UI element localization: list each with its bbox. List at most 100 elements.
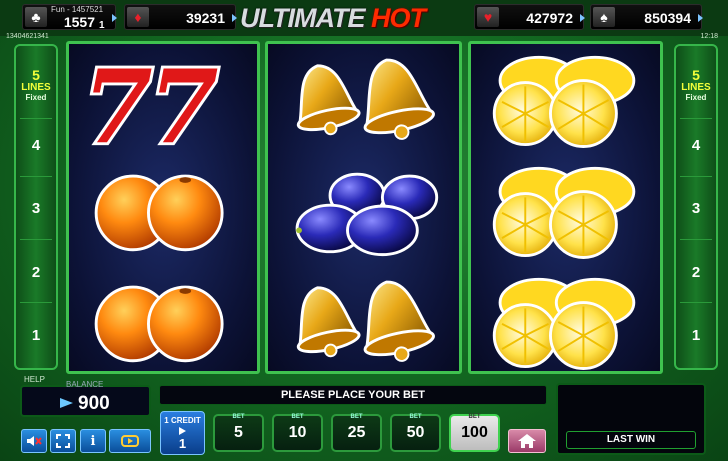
jackpot-arrow-icon	[232, 14, 237, 22]
lines-panel-right: 5 LINES Fixed 4 3 2 1	[674, 44, 718, 370]
bet-caption: BET	[291, 414, 304, 420]
clock: 12:18	[700, 33, 718, 40]
divider	[20, 302, 52, 303]
hearts-icon: ♥	[477, 7, 499, 27]
symbol-plum	[268, 155, 459, 266]
bet-button-5[interactable]: BET 5	[213, 414, 264, 452]
line-number-3: 3	[31, 200, 41, 217]
bet-button-100[interactable]: BET 100	[449, 414, 500, 452]
jackpot-value: 39231	[186, 10, 225, 26]
clubs-icon: ♣	[25, 7, 47, 27]
balance-label: BALANCE	[66, 380, 104, 389]
home-icon	[518, 434, 536, 448]
session-code: 13404621341	[6, 33, 49, 40]
info-button[interactable]: i	[80, 429, 106, 453]
symbol-bell	[268, 44, 459, 155]
line-number-3: 3	[691, 200, 701, 217]
line-number-1: 1	[691, 327, 701, 344]
divider	[20, 118, 52, 119]
lines-word: LINES	[681, 82, 711, 93]
bet-value: 5	[234, 424, 243, 441]
reel-1: 7 7 7 7	[66, 41, 260, 374]
home-button[interactable]	[508, 429, 546, 453]
line-number-1: 1	[31, 327, 41, 344]
divider	[680, 302, 712, 303]
reel-3	[468, 41, 663, 374]
lines-fixed: Fixed	[25, 93, 47, 102]
jackpot-value: 427972	[526, 10, 573, 26]
jackpot-clubs: ♣ Fun - 1457521 1557 1	[22, 4, 117, 31]
symbol-orange	[69, 266, 257, 377]
lines-header: 5 LINES Fixed	[676, 68, 716, 102]
sound-button[interactable]	[21, 429, 47, 453]
game-title: ULTIMATE HOT	[240, 3, 476, 33]
bet-caption: BET	[468, 414, 481, 420]
balance-box: BALANCE 900	[20, 380, 151, 417]
info-icon: i	[90, 433, 96, 449]
jackpot-value: 850394	[644, 10, 691, 26]
lines-fixed: Fixed	[685, 93, 707, 102]
line-number-4: 4	[31, 137, 41, 154]
diamonds-icon: ♦	[127, 7, 149, 27]
symbol-lemon	[471, 155, 660, 266]
symbol-lemon	[471, 44, 660, 155]
bet-caption: BET	[232, 414, 245, 420]
bet-button-50[interactable]: BET 50	[390, 414, 441, 452]
credit-value: 1	[178, 436, 187, 451]
credit-label: 1 CREDIT	[164, 416, 201, 425]
last-win-label: LAST WIN	[566, 431, 696, 449]
sound-icon	[27, 436, 42, 446]
jackpot-bar: ♣ Fun - 1457521 1557 1 ♦ 39231 ULTIMATE …	[0, 0, 728, 36]
jackpot-arrow-icon	[580, 14, 585, 22]
spades-icon: ♠	[593, 7, 615, 27]
lines-count: 5	[32, 67, 40, 83]
jackpot-spades: ♠ 850394	[590, 4, 703, 30]
lines-panel-left: 5 LINES Fixed 4 3 2 1	[14, 44, 58, 370]
help-label[interactable]: HELP	[24, 375, 45, 384]
divider	[20, 239, 52, 240]
divider	[680, 176, 712, 177]
last-win-panel: LAST WIN	[556, 383, 706, 455]
bet-caption: BET	[409, 414, 422, 420]
bet-button-10[interactable]: BET 10	[272, 414, 323, 452]
balance-arrow-icon	[60, 398, 73, 408]
reel-2	[265, 41, 462, 374]
line-number-4: 4	[691, 137, 701, 154]
bet-button-25[interactable]: BET 25	[331, 414, 382, 452]
bet-value: 100	[461, 424, 488, 441]
svg-text:7: 7	[148, 48, 218, 155]
symbol-bell	[268, 266, 459, 377]
lines-header: 5 LINES Fixed	[16, 68, 56, 102]
jackpot-sub: 1	[99, 20, 105, 31]
title-part2: HOT	[370, 3, 426, 33]
divider	[680, 118, 712, 119]
symbol-orange	[69, 155, 257, 266]
symbol-lemon	[471, 266, 660, 377]
bet-caption: BET	[350, 414, 363, 420]
svg-text:7: 7	[83, 48, 153, 155]
credit-button[interactable]: 1 CREDIT 1	[160, 411, 205, 455]
jackpot-value: 1557	[63, 14, 95, 30]
bet-value: 25	[347, 424, 366, 441]
credit-arrow-icon	[179, 427, 186, 435]
autoplay-button[interactable]	[109, 429, 151, 453]
status-message: PLEASE PLACE YOUR BET	[159, 385, 547, 405]
lines-word: LINES	[21, 82, 51, 93]
jackpot-arrow-icon	[112, 14, 117, 22]
autoplay-icon	[121, 435, 139, 447]
jackpot-diamonds: ♦ 39231	[124, 4, 237, 30]
jackpot-hearts: ♥ 427972	[474, 4, 585, 30]
fullscreen-icon	[56, 434, 70, 448]
line-number-2: 2	[691, 264, 701, 281]
fun-label: Fun - 1457521	[51, 5, 104, 14]
bet-value: 50	[406, 424, 425, 441]
fullscreen-button[interactable]	[50, 429, 76, 453]
divider	[20, 176, 52, 177]
divider	[680, 239, 712, 240]
title-part1: ULTIMATE	[240, 3, 365, 33]
bet-value: 10	[288, 424, 307, 441]
jackpot-arrow-icon	[698, 14, 703, 22]
balance-value: 900	[78, 393, 110, 414]
line-number-2: 2	[31, 264, 41, 281]
symbol-sevens: 7 7 7 7	[69, 44, 257, 155]
